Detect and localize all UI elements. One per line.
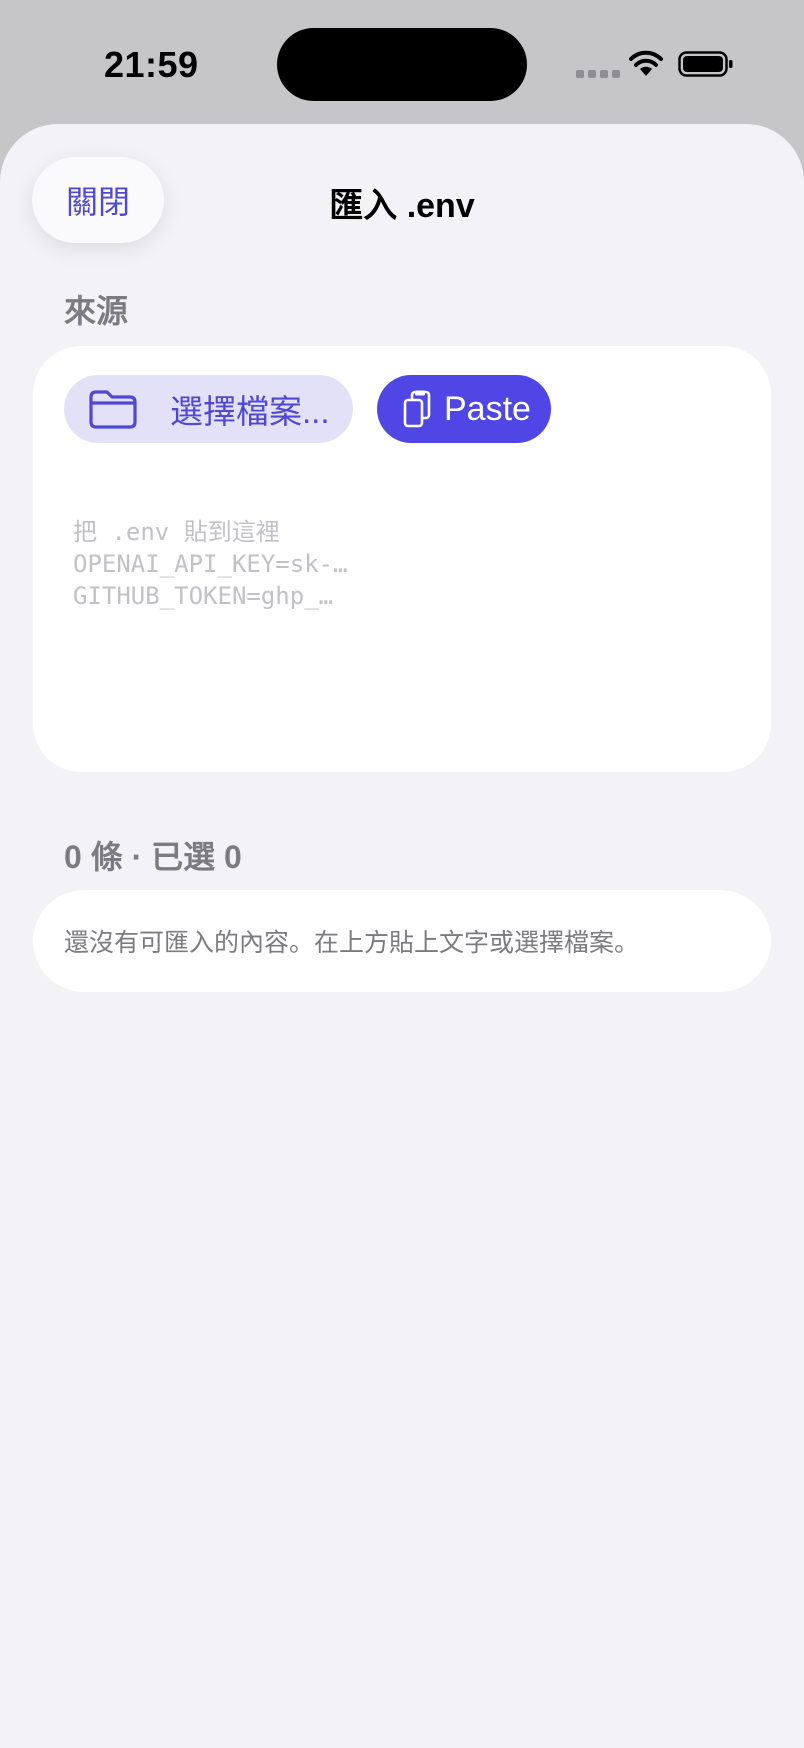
entry-count-label: 0 條 · 已選 0 [64, 839, 242, 875]
battery-icon [678, 51, 733, 77]
import-env-sheet: 關閉 匯入 .env 來源 選擇檔案... Paste 0 條 · 已選 0 還… [0, 124, 804, 1748]
env-text-input[interactable] [73, 516, 733, 746]
dynamic-island [277, 28, 527, 101]
source-section-label: 來源 [64, 293, 129, 329]
folder-icon [89, 390, 137, 429]
paste-label: Paste [444, 389, 531, 428]
choose-file-button[interactable]: 選擇檔案... [64, 375, 353, 443]
empty-state-card: 還沒有可匯入的內容。在上方貼上文字或選擇檔案。 [33, 890, 771, 992]
source-card: 選擇檔案... Paste [33, 346, 771, 772]
cellular-signal-icon [576, 70, 620, 78]
choose-file-label: 選擇檔案... [170, 393, 330, 430]
sheet-title: 匯入 .env [329, 187, 475, 225]
paste-button[interactable]: Paste [377, 375, 551, 443]
empty-state-message: 還沒有可匯入的內容。在上方貼上文字或選擇檔案。 [64, 929, 640, 957]
paste-icon [403, 390, 431, 428]
wifi-icon [629, 50, 663, 76]
status-bar: 21:59 [0, 0, 804, 124]
status-time: 21:59 [104, 44, 199, 85]
